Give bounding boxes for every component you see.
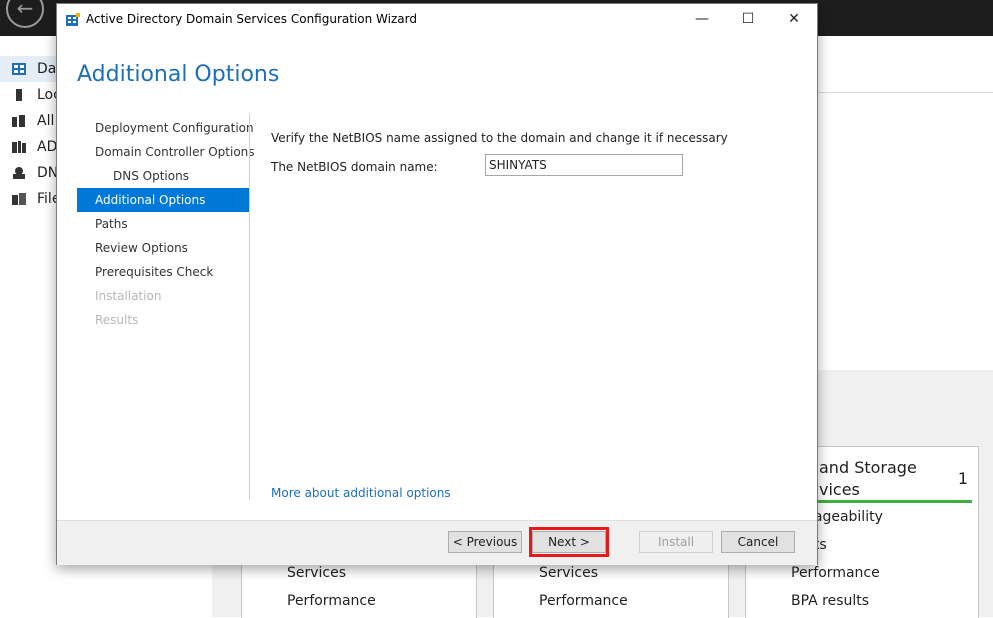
netbios-name-input[interactable] — [485, 154, 683, 176]
step-deployment-configuration[interactable]: Deployment Configuration — [77, 116, 254, 140]
steps-divider — [249, 114, 250, 500]
step-installation: Installation — [95, 289, 162, 303]
page-title: Additional Options — [77, 62, 280, 87]
nav-item-all-servers[interactable]: All — [0, 108, 57, 134]
more-about-options-link[interactable]: More about additional options — [271, 486, 451, 500]
previous-button[interactable]: < Previous — [448, 531, 522, 553]
file-services-icon — [12, 193, 26, 205]
nav-item-dashboard[interactable]: Das — [0, 56, 64, 82]
card-count: 1 — [957, 469, 968, 488]
step-results: Results — [95, 313, 139, 327]
next-button[interactable]: Next > — [532, 531, 606, 553]
dashboard-icon — [12, 63, 26, 75]
nav-item-label: AD — [37, 139, 58, 155]
card-item-bpa-results[interactable]: BPA results — [791, 593, 869, 609]
nav-item-ad-ds[interactable]: AD — [0, 134, 57, 160]
step-dns-options[interactable]: DNS Options — [77, 164, 249, 188]
role-card[interactable]: Services Performance — [241, 558, 477, 618]
ad-icon — [12, 141, 26, 153]
dialog-footer: < Previous Next > Install Cancel — [57, 520, 817, 565]
step-domain-controller-options[interactable]: Domain Controller Options — [77, 140, 255, 164]
card-item-performance[interactable]: Performance — [287, 593, 376, 609]
netbios-name-label: The NetBIOS domain name: — [271, 160, 438, 174]
welcome-panel — [815, 94, 993, 370]
step-additional-options[interactable]: Additional Options — [77, 188, 249, 212]
nav-item-label: All — [37, 113, 55, 129]
maximize-button[interactable]: ☐ — [725, 4, 771, 35]
card-title: and Storage vices — [819, 457, 917, 501]
nav-item-dns[interactable]: DN — [0, 160, 58, 186]
step-prerequisites-check[interactable]: Prerequisites Check — [77, 260, 249, 284]
cancel-button[interactable]: Cancel — [721, 531, 795, 553]
dialog-titlebar[interactable]: Active Directory Domain Services Configu… — [57, 4, 817, 35]
server-icon — [16, 89, 22, 101]
back-arrow-button[interactable]: ← — [6, 0, 44, 28]
server-manager-nav: Das Loc All AD DN File — [0, 56, 64, 212]
card-item-performance[interactable]: Performance — [539, 593, 628, 609]
step-review-options[interactable]: Review Options — [77, 236, 249, 260]
nav-item-local-server[interactable]: Loc — [0, 82, 61, 108]
minimize-button[interactable]: — — [679, 4, 725, 35]
close-button[interactable]: ✕ — [771, 4, 817, 35]
servers-icon — [12, 115, 25, 127]
step-paths[interactable]: Paths — [77, 212, 249, 236]
ad-wizard-icon — [66, 13, 80, 26]
dns-icon — [13, 167, 25, 179]
dialog-title: Active Directory Domain Services Configu… — [86, 12, 417, 26]
install-button: Install — [639, 531, 713, 553]
card-title-line1: and Storage — [819, 458, 917, 477]
instruction-text: Verify the NetBIOS name assigned to the … — [271, 131, 728, 145]
card-item-services[interactable]: Services — [287, 565, 346, 581]
card-title-line2: vices — [819, 480, 860, 499]
nav-item-file-services[interactable]: File — [0, 186, 60, 212]
configuration-wizard-dialog: Active Directory Domain Services Configu… — [56, 3, 818, 565]
card-item-services[interactable]: Services — [539, 565, 598, 581]
wizard-steps-nav: Deployment Configuration Domain Controll… — [77, 116, 255, 332]
role-card[interactable]: Services Performance — [493, 558, 729, 618]
card-item-performance[interactable]: Performance — [791, 565, 880, 581]
